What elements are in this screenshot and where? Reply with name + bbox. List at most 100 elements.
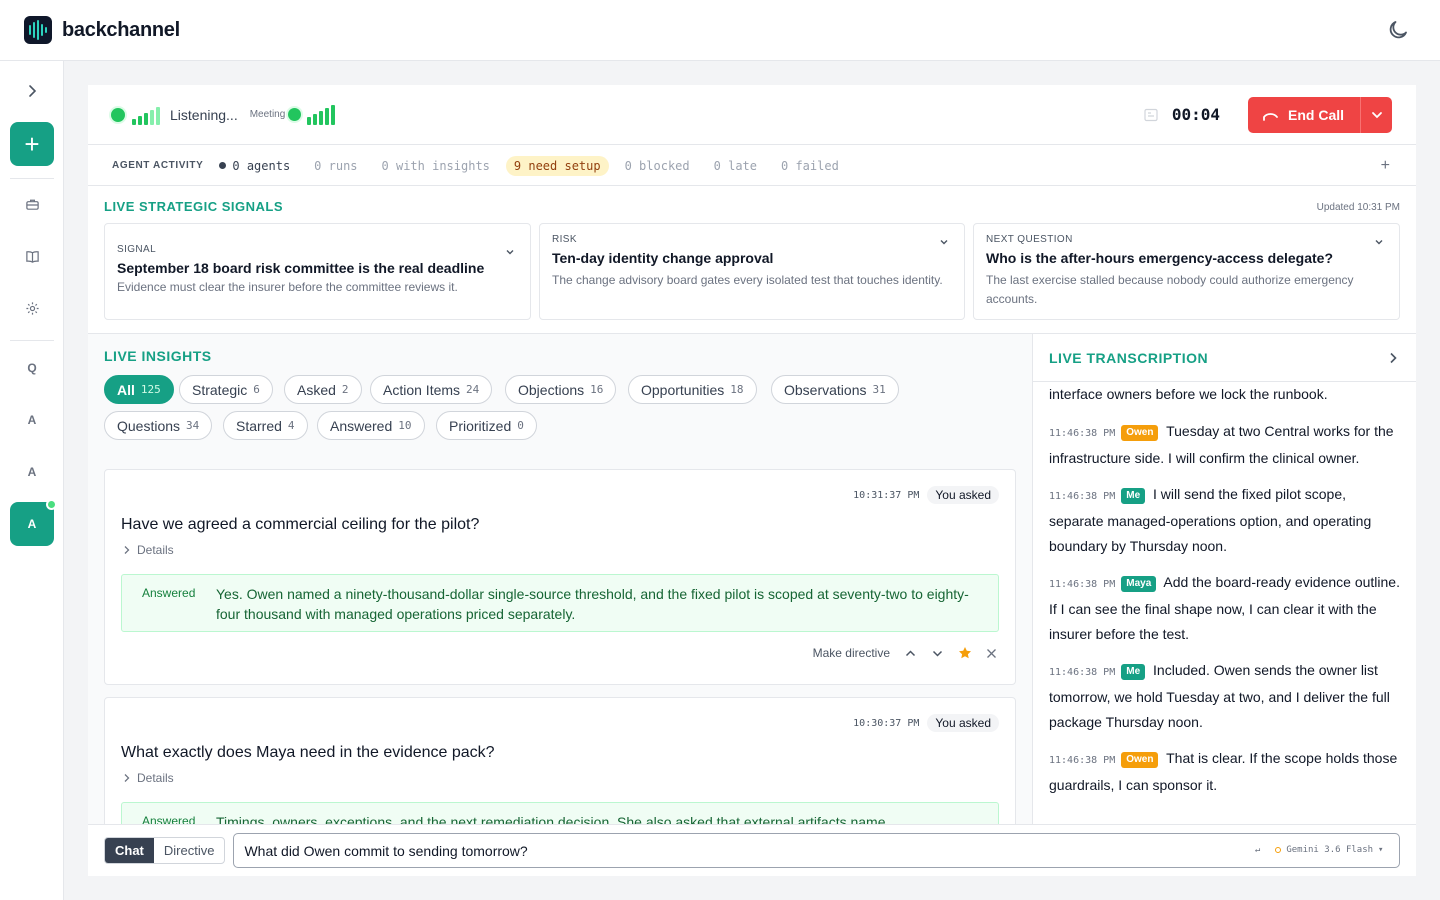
upvote-chevron-up-icon[interactable] [904, 647, 917, 660]
chevron-right-icon [124, 774, 130, 782]
filter-questions[interactable]: Questions 34 [104, 411, 213, 440]
filter-label: Opportunities [641, 381, 725, 398]
phone-hangup-icon [1263, 113, 1278, 121]
filter-strategic[interactable]: Strategic 6 [179, 375, 273, 404]
filter-label: Questions [117, 417, 181, 434]
signal-body: The change advisory board gates every is… [552, 273, 943, 287]
book-icon[interactable] [10, 234, 54, 278]
filter-action-items[interactable]: Action Items 24 [370, 375, 493, 404]
end-call-button[interactable]: End Call [1248, 97, 1392, 133]
filter-count: 4 [287, 419, 295, 432]
expand-chevron-down-icon[interactable] [504, 246, 516, 258]
insight-card: 10:31:37 PM You asked Have we agreed a c… [104, 469, 1016, 685]
filter-starred[interactable]: Starred 4 [223, 411, 308, 440]
rail-session-label: A [27, 517, 37, 531]
runs-count: 0 runs [314, 158, 358, 173]
dark-mode-moon-icon[interactable] [1386, 18, 1410, 42]
insight-time: 10:30:37 PM [853, 717, 920, 729]
transcript-body: interface owners before we lock the runb… [1033, 382, 1416, 798]
transcript-line: 11:46:38 PM Me Included. Owen sends the o… [1049, 658, 1400, 735]
transcription-header: LIVE TRANSCRIPTION [1033, 334, 1416, 382]
call-panel: Listening... Meeting 00:04 End Call AGEN… [88, 85, 1416, 876]
answered-label: Answered [142, 814, 196, 824]
signals-updated-time: Updated 10:31 PM [1316, 202, 1400, 213]
end-call-divider [1360, 97, 1361, 133]
failed-count: 0 failed [781, 158, 839, 173]
star-icon[interactable] [958, 646, 972, 660]
briefcase-icon[interactable] [10, 182, 54, 226]
signal-body: The last exercise stalled because nobody… [986, 273, 1354, 306]
end-call-options-chevron-down-icon[interactable] [1370, 108, 1384, 122]
need-setup-badge[interactable]: 9 need setup [505, 155, 609, 176]
filter-opportunities[interactable]: Opportunities 18 [628, 375, 757, 404]
filter-count: 10 [398, 419, 412, 432]
screen-share-icon[interactable] [1144, 108, 1158, 122]
transcript-line: 11:46:38 PM Maya Add the board-ready evid… [1049, 570, 1400, 647]
you-asked-badge: You asked [927, 714, 999, 732]
chat-input[interactable]: What did Owen commit to sending tomorrow… [233, 833, 1401, 868]
chat-composer: Chat Directive What did Owen commit to s… [88, 824, 1416, 876]
blocked-count: 0 blocked [624, 158, 690, 173]
signal-card[interactable]: SIGNAL September 18 board risk committee… [104, 223, 531, 320]
brand-name: backchannel [62, 18, 180, 41]
filter-count: 18 [730, 383, 744, 396]
insight-question: Have we agreed a commercial ceiling for … [121, 516, 480, 533]
rail-session-q[interactable]: Q [10, 346, 54, 390]
downvote-chevron-down-icon[interactable] [931, 647, 944, 660]
transcription-title: LIVE TRANSCRIPTION [1049, 349, 1209, 366]
late-count: 0 late [713, 158, 757, 173]
mode-directive-button[interactable]: Directive [154, 838, 225, 863]
filter-prioritized[interactable]: Prioritized 0 [436, 411, 537, 440]
new-session-plus-button[interactable]: + [10, 122, 54, 166]
agents-count-label: 0 agents [232, 158, 291, 173]
speaker-badge: Me [1121, 488, 1146, 504]
filter-label: Strategic [192, 381, 248, 398]
expand-chevron-down-icon[interactable] [1373, 236, 1385, 248]
filter-answered[interactable]: Answered 10 [317, 411, 425, 440]
transcript-line: 11:46:38 PM Me I will send the fixed pilo… [1049, 482, 1400, 559]
filter-objections[interactable]: Objections 16 [505, 375, 617, 404]
agent-activity-title: AGENT ACTIVITY [112, 160, 204, 171]
speaker-badge: Owen [1121, 752, 1159, 768]
collapse-chevron-right-icon[interactable] [1386, 351, 1400, 365]
filter-count: 6 [253, 383, 260, 396]
model-dropdown-icon: ▾ [1378, 845, 1384, 855]
insight-meta: 10:30:37 PM You asked [853, 714, 999, 732]
make-directive-button[interactable]: Make directive [813, 646, 890, 660]
model-name: Gemini 3.6 Flash [1286, 845, 1374, 855]
dismiss-close-icon[interactable] [986, 648, 997, 659]
rail-session-a[interactable]: A [10, 398, 54, 442]
speaker-badge: Owen [1121, 425, 1159, 441]
expand-sidebar-chevron-right-icon[interactable] [10, 69, 54, 113]
with-insights-count: 0 with insights [381, 158, 490, 173]
mode-chat-button[interactable]: Chat [105, 838, 154, 863]
filter-label: All [117, 381, 135, 398]
filter-all[interactable]: All 125 [104, 375, 174, 404]
call-status-bar: Listening... Meeting 00:04 End Call [88, 85, 1416, 145]
details-toggle[interactable]: Details [123, 771, 174, 785]
filter-asked[interactable]: Asked 2 [284, 375, 362, 404]
next-question-card[interactable]: NEXT QUESTION Who is the after-hours eme… [973, 223, 1400, 320]
answer-text: Yes. Owen named a ninety-thousand-dollar… [216, 586, 969, 622]
filter-label: Answered [330, 417, 393, 434]
line-time: 11:46:38 PM [1049, 667, 1116, 678]
add-agent-plus-icon[interactable]: + [1381, 157, 1390, 175]
insight-meta: 10:31:37 PM You asked [853, 486, 999, 504]
filter-count: 34 [186, 419, 200, 432]
rail-session-active[interactable]: A [10, 499, 57, 546]
call-timer: 00:04 [1171, 105, 1220, 124]
rail-session-a[interactable]: A [10, 450, 54, 494]
left-rail: + Q A A A [0, 61, 64, 900]
filter-observations[interactable]: Observations 31 [771, 375, 899, 404]
expand-chevron-down-icon[interactable] [938, 236, 950, 248]
model-selector[interactable]: ↵ Gemini 3.6 Flash ▾ [1255, 845, 1384, 855]
line-time: 11:46:38 PM [1049, 491, 1116, 502]
transcript-line: 11:46:38 PM Owen Tuesday at two Central w… [1049, 419, 1400, 471]
model-status-dot-icon [1275, 847, 1282, 853]
settings-gear-icon[interactable] [10, 286, 54, 330]
rail-divider [10, 340, 54, 341]
insight-time: 10:31:37 PM [853, 489, 920, 501]
details-toggle[interactable]: Details [123, 543, 174, 557]
insight-actions: Make directive [813, 646, 997, 660]
risk-card[interactable]: RISK Ten-day identity change approval Th… [539, 223, 965, 320]
